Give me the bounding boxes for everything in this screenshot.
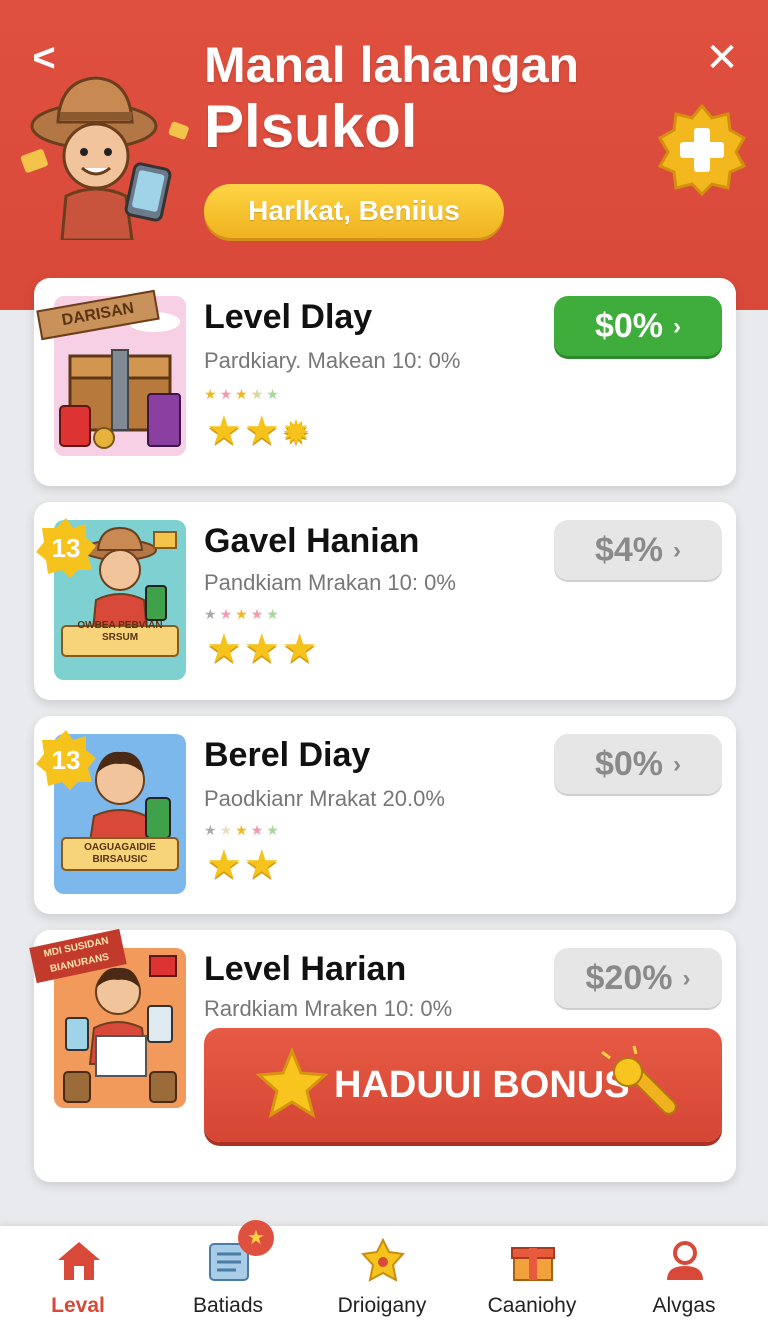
chevron-right-icon: › bbox=[673, 313, 682, 340]
user-icon bbox=[667, 1241, 703, 1280]
nav-label: Batiads bbox=[192, 1294, 264, 1317]
star-badge-icon bbox=[360, 1238, 406, 1282]
star-icon: ★ bbox=[243, 843, 280, 887]
percent-button[interactable]: $0% › bbox=[554, 734, 722, 794]
nav-item-drioigany[interactable]: Drioigany bbox=[312, 1226, 452, 1344]
star-icon: ★ bbox=[206, 843, 242, 887]
header: < Manal lahangan Plsukol Harlkat, Beniiu… bbox=[0, 0, 768, 310]
nav-item-alvgas[interactable]: Alvgas bbox=[614, 1226, 754, 1344]
card-title: Level Dlay bbox=[204, 298, 373, 336]
percent-value: $20% bbox=[585, 959, 673, 997]
nav-label: Caaniohy bbox=[487, 1294, 577, 1317]
nav-label: Alvgas bbox=[652, 1294, 716, 1317]
level-card[interactable]: OAGUAGAIDIE BIRSAUSIC 13 Berel Diay Paod… bbox=[34, 716, 736, 914]
star-icon: ★ bbox=[206, 627, 242, 671]
home-icon bbox=[58, 1242, 100, 1280]
star-icon bbox=[256, 1048, 328, 1119]
card-subtitle: Rardkiam Mraken 10: 0% bbox=[204, 996, 453, 1021]
level-card[interactable]: DARISAN Level Dlay Pardkiary. Makean 10:… bbox=[34, 278, 736, 486]
card-title: Berel Diay bbox=[204, 736, 371, 774]
nav-item-caaniohy[interactable]: Caaniohy bbox=[462, 1226, 602, 1344]
star-rating: ★★ bbox=[206, 842, 282, 888]
magic-wand-icon bbox=[601, 1045, 677, 1115]
bottom-navigation: Leval ★ Batiads Drioigany Caaniohy Alvga… bbox=[0, 1220, 768, 1344]
chevron-right-icon: › bbox=[682, 965, 691, 992]
close-button[interactable]: ✕ bbox=[700, 36, 744, 80]
level-card[interactable]: OWBEA PEBVIAN SRSUM 13 Gavel Hanian Pand… bbox=[34, 502, 736, 700]
star-icon: ★ bbox=[206, 409, 242, 453]
nav-item-batiads[interactable]: ★ Batiads bbox=[158, 1220, 298, 1344]
page-title-line1: Manal lahangan bbox=[204, 37, 580, 93]
mini-star-rating: ★★★★★ bbox=[204, 386, 282, 402]
gift-box-icon bbox=[511, 1247, 555, 1281]
level-badge-number: 13 bbox=[51, 745, 81, 775]
percent-value: $4% bbox=[594, 531, 664, 569]
percent-value: $0% bbox=[594, 745, 664, 783]
close-icon: ✕ bbox=[705, 36, 739, 80]
chevron-right-icon: › bbox=[673, 537, 682, 564]
nav-label: Leval bbox=[51, 1294, 105, 1317]
nav-label: Drioigany bbox=[337, 1294, 427, 1317]
card-subtitle: Pandkiam Mrakan 10: 0% bbox=[204, 570, 456, 595]
farmer-avatar-illustration bbox=[20, 76, 189, 240]
level-badge: 13 bbox=[36, 730, 96, 790]
subtitle-pill[interactable]: Harlkat, Beniius bbox=[204, 184, 504, 238]
bonus-button[interactable]: HADUUI BONUS bbox=[204, 1028, 722, 1142]
star-rating: ★★★ bbox=[206, 626, 320, 672]
level-badge-number: 13 bbox=[51, 533, 81, 563]
level-card[interactable]: MDI SUSIDAN BIANURANS Level Harian Rardk… bbox=[29, 928, 736, 1182]
plus-badge-icon[interactable] bbox=[656, 104, 748, 196]
card-subtitle: Paodkianr Mrakat 20.0% bbox=[204, 786, 445, 811]
star-rating: ★★✹ bbox=[206, 408, 312, 454]
thumbnail-banner: OWBEA PEBVIAN SRSUM bbox=[77, 620, 163, 643]
percent-button[interactable]: $20% › bbox=[554, 948, 722, 1008]
sparkle-icon: ✹ bbox=[281, 414, 311, 452]
chevron-right-icon: › bbox=[673, 751, 682, 778]
nav-item-leval[interactable]: Leval bbox=[8, 1226, 148, 1344]
page-title: Manal lahangan Plsukol bbox=[204, 34, 664, 158]
mini-star-rating: ★★★★★ bbox=[204, 822, 282, 838]
card-title: Gavel Hanian bbox=[204, 522, 420, 560]
level-badge: 13 bbox=[36, 518, 96, 578]
star-icon: ★ bbox=[243, 409, 280, 453]
card-title: Level Harian bbox=[204, 950, 407, 988]
bonus-label: HADUUI BONUS bbox=[334, 1064, 630, 1106]
page-title-line2: Plsukol bbox=[204, 93, 418, 160]
thumbnail-banner: OAGUAGAIDIE BIRSAUSIC bbox=[84, 842, 156, 865]
mini-star-rating: ★★★★★ bbox=[204, 606, 282, 622]
percent-button[interactable]: $4% › bbox=[554, 520, 722, 580]
star-icon: ★ bbox=[281, 627, 318, 671]
card-subtitle: Pardkiary. Makean 10: 0% bbox=[204, 348, 461, 373]
percent-value: $0% bbox=[594, 307, 664, 345]
notification-badge: ★ bbox=[238, 1220, 274, 1256]
percent-button[interactable]: $0% › bbox=[554, 296, 722, 356]
star-icon: ★ bbox=[243, 627, 280, 671]
